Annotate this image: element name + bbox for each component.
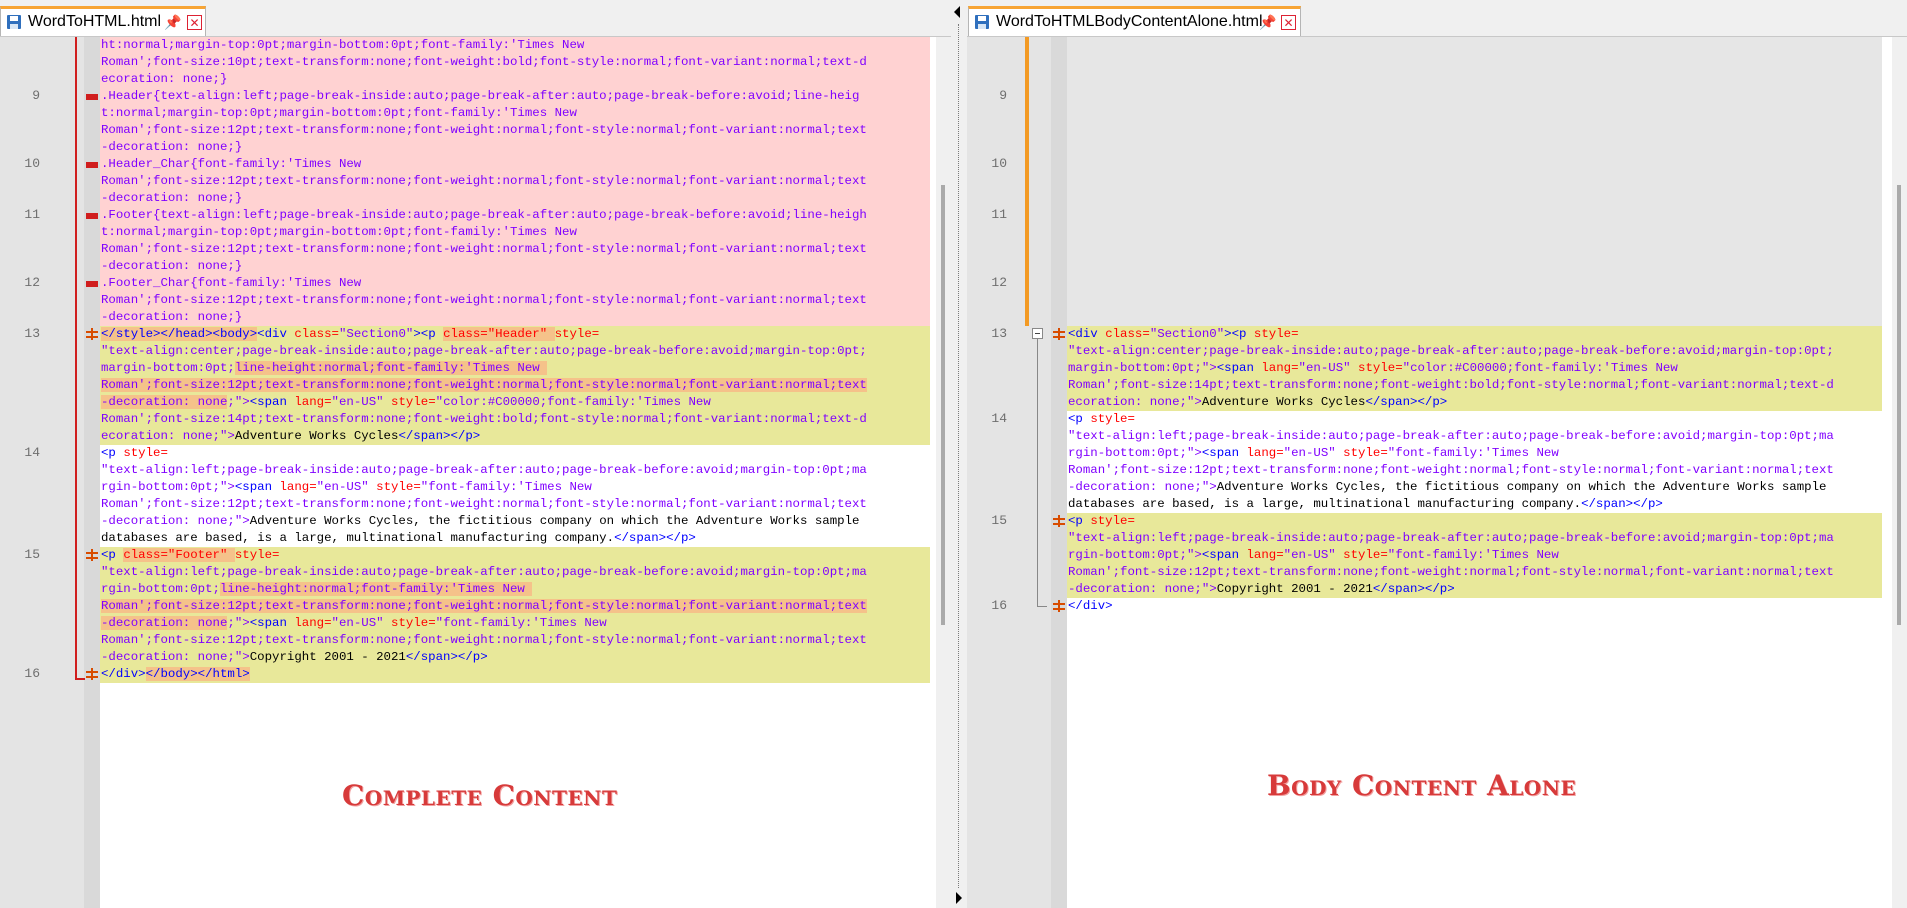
line-number: 15	[991, 513, 1007, 528]
left-tab-bar: WordToHTML.html 📌 ✕	[0, 0, 951, 37]
line-number: 10	[991, 156, 1007, 171]
line-number: 16	[24, 666, 40, 681]
code-text: <div class="Section0"><p style= "text-al…	[1068, 327, 1834, 613]
changed-line-icon	[86, 668, 98, 680]
changed-line-icon	[1053, 328, 1065, 340]
diff-marker-gutter	[1051, 37, 1067, 908]
line-number: 9	[999, 88, 1007, 103]
save-file-icon	[975, 15, 989, 29]
changed-line-icon	[1053, 515, 1065, 527]
deleted-line-icon	[86, 213, 98, 219]
line-number: 14	[24, 445, 40, 460]
changed-line-icon	[86, 549, 98, 561]
line-number: 13	[24, 326, 40, 341]
deleted-line-icon	[86, 94, 98, 100]
diff-range-end	[75, 678, 85, 680]
tab-label: WordToHTML.html	[28, 13, 162, 30]
scroll-thumb[interactable]	[941, 185, 945, 625]
collapse-left-icon[interactable]	[954, 6, 960, 18]
fold-line	[1037, 339, 1038, 607]
pin-icon[interactable]: 📌	[1259, 14, 1276, 30]
line-number: 9	[32, 88, 40, 103]
left-editor[interactable]: 9 10 11 12 13 14 15 16 ht:normal;margin-…	[0, 37, 951, 908]
deleted-line-icon	[86, 281, 98, 287]
line-number: 14	[991, 411, 1007, 426]
changed-line-icon	[1053, 600, 1065, 612]
empty-placeholder-block	[1067, 37, 1882, 326]
changed-line-icon	[86, 328, 98, 340]
save-file-icon	[7, 15, 21, 29]
collapse-right-icon[interactable]	[956, 892, 962, 904]
insert-range-marker	[1025, 37, 1029, 326]
line-number: 11	[24, 207, 40, 222]
close-icon[interactable]: ✕	[1281, 15, 1296, 30]
fold-end	[1037, 606, 1047, 607]
pin-icon[interactable]: 📌	[164, 14, 181, 30]
line-number: 12	[24, 275, 40, 290]
right-editor-pane: WordToHTMLBodyContentAlone.html 📌 ✕ 9 10…	[967, 0, 1907, 908]
line-number: 10	[24, 156, 40, 171]
splitter-divider	[958, 24, 960, 888]
fold-toggle-icon[interactable]	[1032, 328, 1043, 339]
body-content-alone-label: Body Content Alone	[1267, 769, 1577, 802]
code-text: ht:normal;margin-top:0pt;margin-bottom:0…	[101, 38, 867, 681]
scroll-thumb[interactable]	[1897, 185, 1901, 625]
right-vertical-scrollbar[interactable]	[1892, 37, 1907, 908]
tab-word-to-html[interactable]: WordToHTML.html 📌 ✕	[0, 6, 206, 36]
line-number: 11	[991, 207, 1007, 222]
diff-range-line	[75, 37, 77, 680]
complete-content-label: Complete Content	[342, 779, 618, 812]
pane-splitter[interactable]	[951, 0, 967, 908]
line-number: 15	[24, 547, 40, 562]
tab-label: WordToHTMLBodyContentAlone.html	[996, 13, 1263, 30]
right-editor[interactable]: 9 10 11 12 13 14 15 16 <div class="Secti…	[967, 37, 1907, 908]
line-number: 12	[991, 275, 1007, 290]
deleted-line-icon	[86, 162, 98, 168]
left-editor-pane: WordToHTML.html 📌 ✕ 9 10 11 12 13 14 15 …	[0, 0, 951, 908]
left-vertical-scrollbar[interactable]	[936, 37, 951, 908]
line-number: 16	[991, 598, 1007, 613]
tab-word-to-html-body-content-alone[interactable]: WordToHTMLBodyContentAlone.html 📌 ✕	[968, 6, 1301, 36]
line-number: 13	[991, 326, 1007, 341]
right-tab-bar: WordToHTMLBodyContentAlone.html 📌 ✕	[967, 0, 1907, 37]
close-icon[interactable]: ✕	[187, 15, 202, 30]
